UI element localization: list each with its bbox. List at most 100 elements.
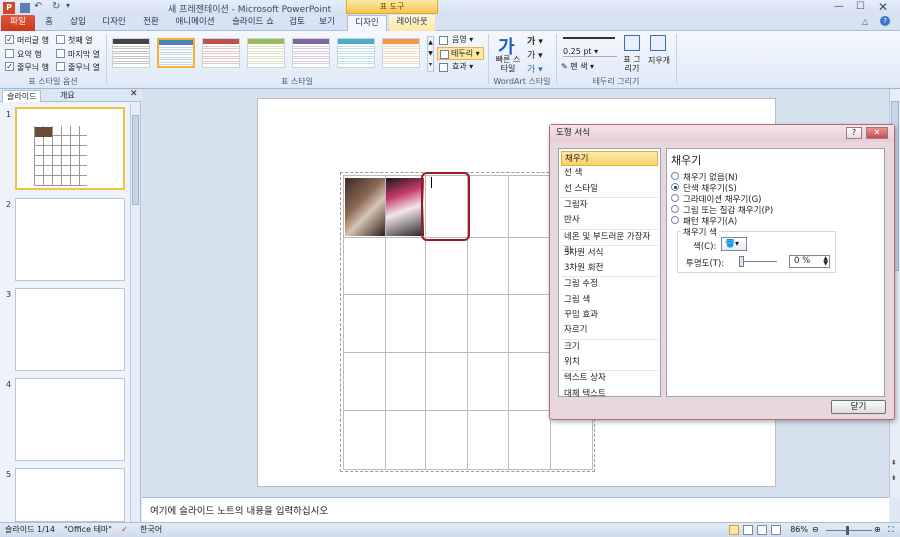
save-icon[interactable]: [20, 3, 30, 13]
scroll-thumb[interactable]: [132, 115, 139, 205]
table-cell[interactable]: [467, 175, 509, 238]
transparency-slider[interactable]: [741, 261, 777, 262]
category-item[interactable]: 그림 수정: [561, 277, 658, 292]
table-cell[interactable]: [467, 352, 509, 411]
tab-home[interactable]: 홈: [38, 15, 60, 31]
category-item[interactable]: 그림자: [561, 198, 658, 213]
table-cell[interactable]: [343, 410, 386, 470]
table-cell[interactable]: [508, 294, 551, 353]
table-cell[interactable]: [467, 410, 509, 470]
customize-toolbar-icon[interactable]: ▾: [66, 1, 70, 10]
fill-option-radio[interactable]: [671, 183, 679, 191]
category-item[interactable]: 3차원 회전: [561, 261, 658, 276]
powerpoint-logo-icon[interactable]: P: [3, 2, 15, 14]
draw-table-icon[interactable]: [624, 35, 640, 51]
table-cell[interactable]: [385, 237, 426, 295]
table-cell[interactable]: [385, 294, 426, 353]
table-cell[interactable]: [425, 352, 468, 411]
category-item[interactable]: 대체 텍스트: [561, 387, 658, 402]
table-cell[interactable]: [508, 237, 551, 295]
transparency-input[interactable]: 0 % ▲ ▼: [789, 255, 830, 268]
header-row-checkbox[interactable]: ✓: [5, 35, 14, 44]
category-item[interactable]: 크기: [561, 340, 658, 355]
slide-sorter-icon[interactable]: [743, 525, 753, 535]
table-style-swatch[interactable]: [157, 38, 195, 68]
table-cell[interactable]: [467, 294, 509, 353]
eraser-icon[interactable]: [650, 35, 666, 51]
banded-columns-checkbox[interactable]: [56, 62, 65, 71]
dialog-help-icon[interactable]: ?: [846, 127, 862, 139]
text-effects-icon[interactable]: 가 ▾: [527, 62, 543, 75]
next-slide-icon[interactable]: ⇟: [891, 474, 897, 482]
dialog-close-icon[interactable]: ✕: [866, 127, 888, 139]
first-column-checkbox[interactable]: [56, 35, 65, 44]
eraser-button[interactable]: 지우개: [646, 55, 672, 66]
spinner-icon[interactable]: ▲ ▼: [823, 256, 828, 267]
category-item[interactable]: 선 스타일: [561, 182, 658, 197]
tab-design[interactable]: 디자인: [96, 15, 132, 31]
reading-view-icon[interactable]: [757, 525, 767, 535]
minimize-ribbon-icon[interactable]: △: [862, 17, 868, 26]
normal-view-icon[interactable]: [729, 525, 739, 535]
table-cell[interactable]: [425, 294, 468, 353]
language-label[interactable]: 한국어: [140, 523, 162, 537]
category-item[interactable]: 꾸밈 효과: [561, 308, 658, 323]
color-picker-button[interactable]: 🪣▾: [721, 237, 747, 251]
tab-table-layout[interactable]: 레이아웃: [389, 15, 435, 31]
zoom-slider-handle[interactable]: [846, 526, 849, 535]
table-style-swatch[interactable]: [202, 38, 240, 68]
pen-style-dropdown[interactable]: [563, 37, 615, 39]
close-panel-icon[interactable]: ✕: [130, 89, 138, 99]
tab-table-design[interactable]: 디자인: [347, 15, 387, 31]
zoom-level[interactable]: 86%: [778, 523, 808, 537]
shading-button[interactable]: 음영 ▾: [439, 34, 473, 47]
table-cell[interactable]: [508, 410, 551, 470]
maximize-icon[interactable]: ☐: [856, 1, 865, 12]
spellcheck-icon[interactable]: ✓: [121, 523, 128, 537]
dialog-title-bar[interactable]: 도형 서식 ? ✕: [550, 125, 894, 142]
text-fill-icon[interactable]: 가 ▾: [527, 34, 543, 47]
table-cell[interactable]: [343, 237, 386, 295]
slide-thumbnail-1[interactable]: [15, 107, 125, 190]
text-outline-icon[interactable]: 가 ▾: [527, 48, 543, 61]
zoom-out-icon[interactable]: ⊖: [812, 523, 819, 537]
zoom-in-icon[interactable]: ⊕: [874, 523, 881, 537]
fill-option-radio[interactable]: [671, 205, 679, 213]
tab-transitions[interactable]: 전환: [136, 15, 166, 31]
dialog-close-button[interactable]: 닫기: [831, 400, 886, 414]
redo-icon[interactable]: ↻: [52, 1, 60, 12]
gallery-scroll[interactable]: ▲ ▼ ▾: [427, 36, 434, 72]
fill-option-radio[interactable]: [671, 172, 679, 180]
fill-option-radio[interactable]: [671, 216, 679, 224]
tab-file[interactable]: 파일: [1, 15, 35, 31]
table-cell[interactable]: [385, 410, 426, 470]
last-column-checkbox[interactable]: [56, 49, 65, 58]
category-item[interactable]: 네온 및 부드러운 가장자리: [561, 230, 658, 256]
draw-table-button[interactable]: 표 그리기: [620, 55, 644, 73]
previous-slide-icon[interactable]: ⇞: [891, 459, 897, 467]
table-style-swatch[interactable]: [337, 38, 375, 68]
category-item[interactable]: 채우기: [561, 151, 658, 166]
slide-thumbnail-5[interactable]: [15, 468, 125, 522]
theme-name[interactable]: "Office 테마": [64, 523, 112, 537]
pen-color-button[interactable]: ✎ 펜 색 ▾: [561, 61, 594, 72]
table-style-swatch[interactable]: [247, 38, 285, 68]
close-window-icon[interactable]: ✕: [878, 0, 888, 14]
tab-insert[interactable]: 삽입: [64, 15, 92, 31]
category-item[interactable]: 그림 색: [561, 293, 658, 308]
table-cell[interactable]: [343, 352, 386, 411]
fill-option-radio[interactable]: [671, 194, 679, 202]
slide-thumbnail-3[interactable]: [15, 288, 125, 371]
quick-styles-button[interactable]: 빠른 스타일: [493, 55, 523, 73]
table-style-swatch[interactable]: [382, 38, 420, 68]
pen-weight-dropdown[interactable]: 0.25 pt ▾: [563, 47, 617, 57]
category-item[interactable]: 선 색: [561, 166, 658, 181]
slides-panel-scrollbar[interactable]: [130, 103, 140, 522]
banded-rows-checkbox[interactable]: ✓: [5, 62, 14, 71]
table-image-2[interactable]: [386, 178, 424, 236]
transparency-slider-handle[interactable]: [739, 256, 744, 267]
table-cell[interactable]: [508, 175, 551, 238]
category-item[interactable]: 3차원 서식: [561, 246, 658, 261]
table-cell[interactable]: [425, 410, 468, 470]
help-icon[interactable]: ?: [880, 16, 890, 26]
